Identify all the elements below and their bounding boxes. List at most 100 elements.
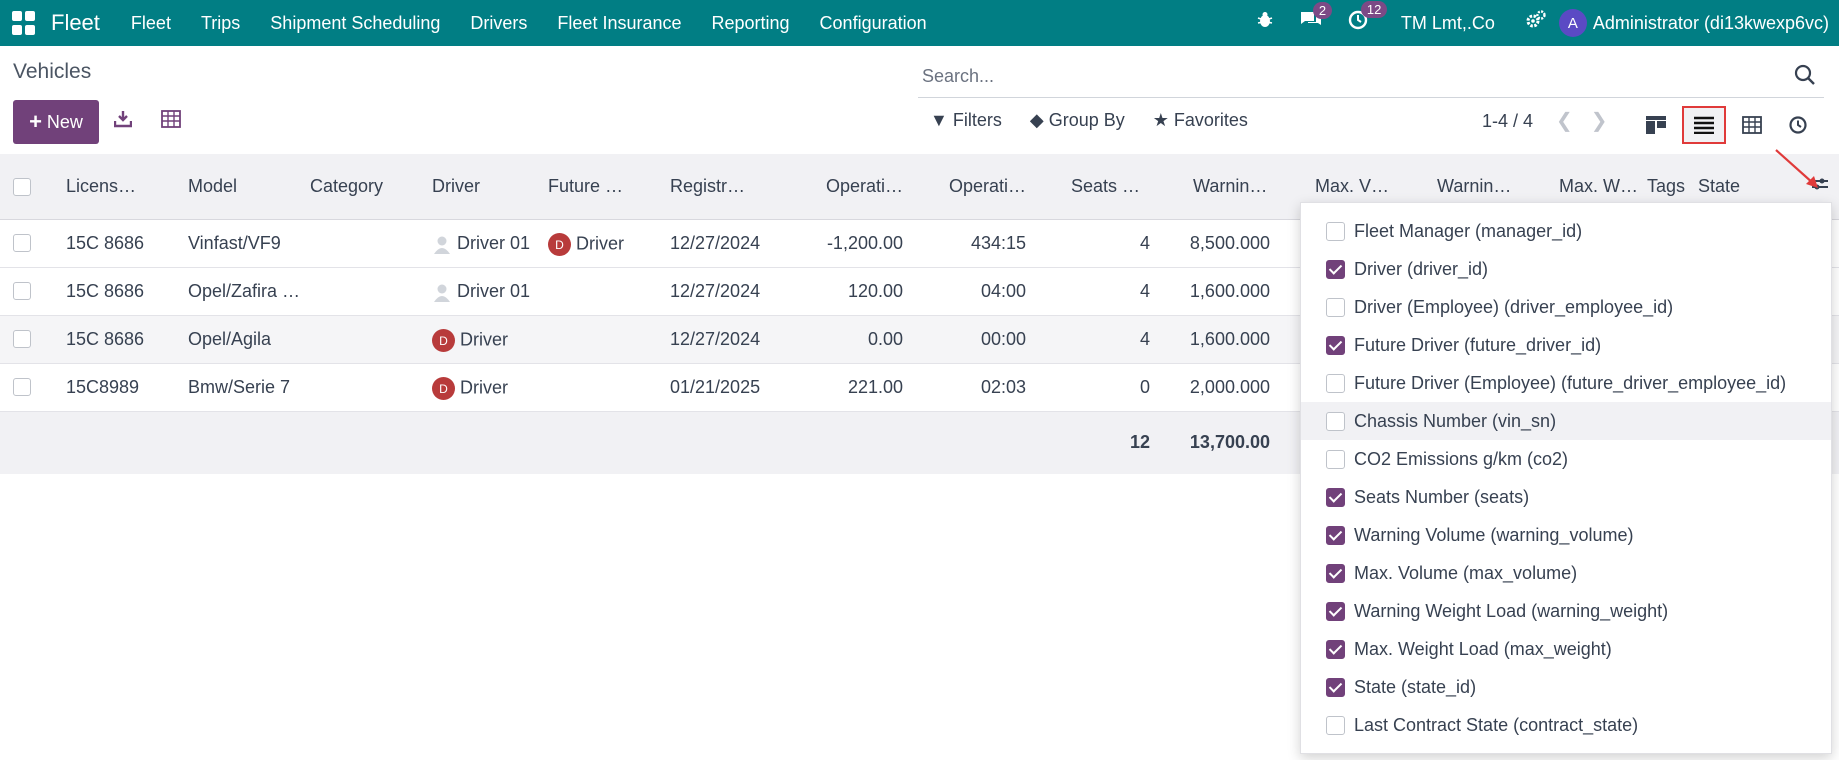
group-by-toggle[interactable]: ◆ Group By (1030, 110, 1125, 131)
optional-column-label: State (state_id) (1354, 676, 1477, 697)
cell-warning-volume: 8,500.000 (1189, 233, 1270, 253)
optional-column-item[interactable]: Warning Weight Load (warning_weight) (1301, 592, 1831, 630)
optional-column-checkbox[interactable] (1326, 640, 1345, 659)
optional-column-item[interactable]: State (state_id) (1301, 668, 1831, 706)
optional-column-item[interactable]: CO2 Emissions g/km (co2) (1301, 440, 1831, 478)
col-future-driver[interactable]: Future … (548, 176, 623, 197)
user-avatar[interactable]: A (1558, 9, 1587, 37)
col-warning-volume[interactable]: Warnin… (1193, 176, 1267, 197)
group-by-label: Group By (1048, 110, 1125, 130)
user-menu[interactable]: Administrator (di13kwexp6vc) (1593, 13, 1829, 34)
col-registration-date[interactable]: Registr… (670, 176, 745, 197)
activity-view-button[interactable] (1776, 106, 1820, 144)
company-switcher[interactable]: TM Lmt,.Co (1401, 13, 1495, 34)
optional-column-checkbox[interactable] (1326, 488, 1345, 507)
row-checkbox[interactable] (13, 330, 31, 348)
col-state[interactable]: State (1698, 176, 1740, 197)
optional-column-checkbox[interactable] (1326, 564, 1345, 583)
optional-column-checkbox[interactable] (1326, 602, 1345, 621)
col-max-weight[interactable]: Max. W… (1559, 176, 1638, 197)
list-view-button[interactable] (1682, 106, 1726, 144)
total-seats: 12 (1129, 432, 1150, 452)
menu-reporting[interactable]: Reporting (712, 13, 790, 34)
new-button[interactable]: + New (13, 100, 99, 144)
row-checkbox[interactable] (13, 234, 31, 252)
pager-value[interactable]: 1-4 / 4 (1482, 111, 1533, 132)
optional-column-item[interactable]: Future Driver (Employee) (future_driver_… (1301, 364, 1831, 402)
pivot-table-icon (1742, 116, 1762, 134)
apps-menu-icon[interactable] (12, 11, 36, 35)
optional-column-item[interactable]: Driver (driver_id) (1301, 250, 1831, 288)
cell-driver: Driver 01 (432, 281, 530, 303)
driver-name: Driver (460, 377, 508, 398)
row-checkbox[interactable] (13, 378, 31, 396)
cell-odometer: -1,200.00 (826, 233, 903, 253)
col-license-plate[interactable]: Licens… (66, 176, 136, 197)
kanban-view-button[interactable] (1634, 106, 1678, 144)
col-operation-hours[interactable]: Operati… (949, 176, 1026, 197)
cell-warning-volume: 2,000.000 (1189, 377, 1270, 397)
select-all-checkbox[interactable] (13, 178, 31, 196)
optional-column-item[interactable]: Max. Volume (max_volume) (1301, 554, 1831, 592)
messages-icon[interactable]: 2 (1299, 2, 1333, 36)
debug-bug-icon[interactable] (1255, 10, 1275, 36)
cell-registration-date: 01/21/2025 (670, 377, 761, 397)
chevron-left-icon[interactable]: ❮ (1556, 110, 1591, 132)
optional-column-item[interactable]: Driver (Employee) (driver_employee_id) (1301, 288, 1831, 326)
col-warning-weight[interactable]: Warnin… (1437, 176, 1511, 197)
menu-shipment-scheduling[interactable]: Shipment Scheduling (270, 13, 440, 34)
settings-gears-icon[interactable] (1525, 9, 1547, 37)
cell-odometer: 0.00 (867, 329, 903, 349)
optional-column-checkbox[interactable] (1326, 450, 1345, 469)
favorites-toggle[interactable]: ★ Favorites (1153, 110, 1248, 131)
optional-column-checkbox[interactable] (1326, 374, 1345, 393)
optional-column-checkbox[interactable] (1326, 260, 1345, 279)
optional-column-item[interactable]: Future Driver (future_driver_id) (1301, 326, 1831, 364)
spreadsheet-icon[interactable] (161, 110, 181, 133)
row-checkbox[interactable] (13, 282, 31, 300)
clock-icon (1789, 116, 1807, 134)
optional-column-checkbox[interactable] (1326, 678, 1345, 697)
optional-column-checkbox[interactable] (1326, 412, 1345, 431)
cell-model: Bmw/Serie 7 (188, 377, 291, 397)
col-tags[interactable]: Tags (1647, 176, 1685, 197)
optional-column-item[interactable]: Last Contract State (contract_state) (1301, 706, 1831, 744)
search-icon[interactable] (1794, 64, 1816, 86)
optional-column-checkbox[interactable] (1326, 716, 1345, 735)
future-driver-avatar: D (548, 233, 571, 256)
menu-fleet-insurance[interactable]: Fleet Insurance (557, 13, 681, 34)
chevron-right-icon[interactable]: ❯ (1591, 110, 1626, 132)
optional-column-item[interactable]: Seats Number (seats) (1301, 478, 1831, 516)
optional-column-item[interactable]: Chassis Number (vin_sn) (1301, 402, 1831, 440)
optional-column-checkbox[interactable] (1326, 526, 1345, 545)
filters-toggle[interactable]: ▼ Filters (930, 110, 1002, 131)
menu-drivers[interactable]: Drivers (470, 13, 527, 34)
cell-driver: D Driver (432, 329, 508, 352)
col-driver[interactable]: Driver (432, 176, 480, 197)
col-seats[interactable]: Seats … (1071, 176, 1140, 197)
pivot-view-button[interactable] (1730, 106, 1774, 144)
col-max-volume[interactable]: Max. V… (1315, 176, 1389, 197)
plus-icon: + (29, 109, 42, 134)
download-icon[interactable] (113, 110, 133, 133)
activities-clock-icon[interactable]: 12 (1347, 1, 1388, 37)
optional-column-checkbox[interactable] (1326, 298, 1345, 317)
col-model[interactable]: Model (188, 176, 237, 197)
menu-configuration[interactable]: Configuration (820, 13, 927, 34)
optional-column-checkbox[interactable] (1326, 336, 1345, 355)
optional-column-label: Driver (driver_id) (1354, 258, 1489, 279)
optional-column-checkbox[interactable] (1326, 222, 1345, 241)
search-input[interactable] (918, 66, 1778, 87)
cell-registration-date: 12/27/2024 (670, 233, 761, 253)
optional-column-item[interactable]: Max. Weight Load (max_weight) (1301, 630, 1831, 668)
optional-column-item[interactable]: Warning Volume (warning_volume) (1301, 516, 1831, 554)
cell-warning-volume: 1,600.000 (1189, 281, 1270, 301)
menu-trips[interactable]: Trips (201, 13, 240, 34)
optional-column-label: Warning Weight Load (warning_weight) (1354, 600, 1669, 621)
optional-column-item[interactable]: Fleet Manager (manager_id) (1301, 212, 1831, 250)
col-category[interactable]: Category (310, 176, 383, 197)
app-brand[interactable]: Fleet (51, 10, 100, 36)
filter-icon: ▼ (930, 110, 948, 130)
menu-fleet[interactable]: Fleet (131, 13, 171, 34)
col-odometer[interactable]: Operati… (826, 176, 903, 197)
